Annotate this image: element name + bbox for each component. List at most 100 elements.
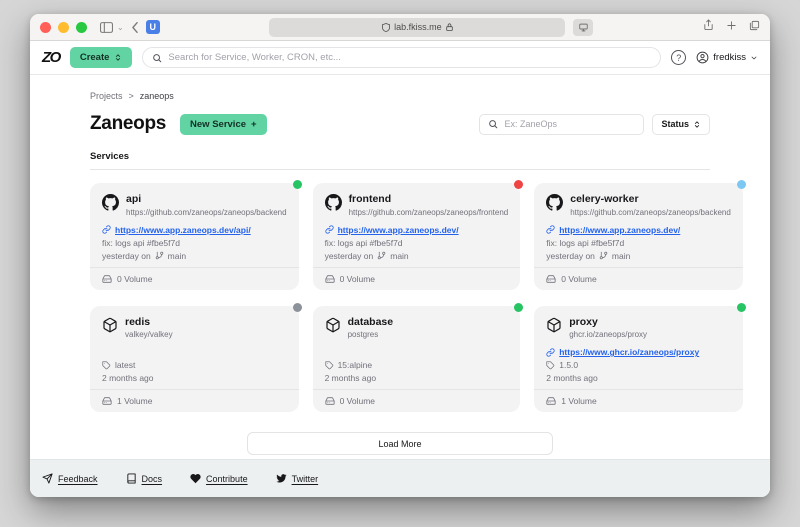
deploy-time: yesterday on [102, 251, 151, 261]
package-icon [546, 317, 562, 333]
browser-toolbar: ⌄ U lab.fkiss.me [30, 14, 770, 41]
global-search[interactable] [142, 47, 661, 68]
new-service-button[interactable]: New Service + [180, 114, 267, 135]
address-bar[interactable]: lab.fkiss.me [269, 18, 565, 37]
service-url-row[interactable]: https://www.app.zaneops.dev/api/ [102, 225, 287, 235]
service-filter-input[interactable] [504, 119, 635, 129]
footer-link-docs[interactable]: Docs [126, 473, 163, 484]
minimize-window-button[interactable] [58, 22, 69, 33]
service-card[interactable]: api https://github.com/zaneops/zaneops/b… [90, 183, 299, 290]
service-card[interactable]: proxy ghcr.io/zaneops/proxy https://www.… [534, 306, 743, 413]
service-filter-search[interactable] [479, 114, 644, 135]
breadcrumb-current[interactable]: zaneops [140, 91, 174, 101]
user-menu[interactable]: fredkiss [696, 51, 758, 64]
service-tag: latest [115, 360, 135, 370]
help-icon[interactable]: ? [671, 50, 686, 65]
service-source: ghcr.io/zaneops/proxy [569, 330, 647, 339]
heart-icon [190, 473, 201, 484]
service-name: api [126, 193, 287, 206]
breadcrumb-separator: > [129, 91, 134, 101]
url-text: lab.fkiss.me [394, 22, 442, 32]
monitor-icon [579, 23, 588, 32]
chevron-down-icon [750, 54, 758, 62]
service-url-row[interactable]: https://www.app.zaneops.dev/ [325, 225, 509, 235]
plus-icon: + [251, 119, 257, 130]
service-volumes: 0 Volume [534, 267, 743, 290]
volumes-label: 1 Volume [561, 396, 596, 406]
footer-link-twitter[interactable]: Twitter [276, 473, 319, 484]
service-card[interactable]: celery-worker https://github.com/zaneops… [534, 183, 743, 290]
app-header: ZO Create ? fredkiss [30, 41, 770, 75]
git-branch-icon [599, 251, 608, 260]
git-branch-icon [377, 251, 386, 260]
footer-link-label: Twitter [292, 474, 319, 484]
service-tag: 1.5.0 [559, 360, 578, 370]
github-icon [102, 194, 119, 211]
package-icon [325, 317, 341, 333]
service-url[interactable]: https://www.app.zaneops.dev/ [338, 225, 459, 235]
service-card[interactable]: frontend https://github.com/zaneops/zane… [313, 183, 521, 290]
service-source: https://github.com/zaneops/zaneops/backe… [570, 208, 731, 217]
deploy-time: yesterday on [325, 251, 374, 261]
service-url[interactable]: https://www.app.zaneops.dev/api/ [115, 225, 251, 235]
service-card[interactable]: database postgres 15:alpine [313, 306, 521, 413]
share-icon[interactable] [703, 18, 714, 36]
footer-link-feedback[interactable]: Feedback [42, 473, 98, 484]
service-source-icon [546, 317, 562, 338]
shield-icon [382, 23, 390, 32]
status-dot [737, 180, 746, 189]
service-source-icon [546, 194, 563, 216]
new-service-label: New Service [190, 119, 246, 130]
service-url-row[interactable]: https://www.app.zaneops.dev/ [546, 225, 731, 235]
zaneops-app: ZO Create ? fredkiss Projects > z [30, 41, 770, 497]
service-name: proxy [569, 316, 647, 329]
service-updated-row: 2 months ago [102, 373, 287, 383]
tab-overview-icon[interactable] [749, 18, 760, 36]
twitter-bird-icon [276, 473, 287, 484]
volumes-label: 0 Volume [117, 274, 152, 284]
page-display-button[interactable] [573, 19, 593, 36]
close-window-button[interactable] [40, 22, 51, 33]
browser-window: ⌄ U lab.fkiss.me [30, 14, 770, 497]
hard-drive-icon [102, 274, 112, 284]
service-card[interactable]: redis valkey/valkey latest [90, 306, 299, 413]
zaneops-logo[interactable]: ZO [42, 49, 60, 66]
service-source: postgres [348, 330, 394, 339]
load-more-button[interactable]: Load More [247, 432, 553, 455]
tag-icon [546, 361, 555, 370]
service-volumes: 1 Volume [90, 389, 299, 412]
service-name: redis [125, 316, 173, 329]
sidebar-toggle-icon[interactable] [100, 22, 113, 33]
create-button[interactable]: Create [70, 47, 133, 68]
new-tab-icon[interactable] [726, 18, 737, 36]
link-icon [102, 225, 111, 234]
footer-link-label: Docs [142, 474, 163, 484]
section-divider [90, 169, 710, 170]
back-button-icon[interactable] [131, 22, 139, 33]
book-icon [126, 473, 137, 484]
service-url[interactable]: https://www.app.zaneops.dev/ [559, 225, 680, 235]
zoom-window-button[interactable] [76, 22, 87, 33]
breadcrumb-projects[interactable]: Projects [90, 91, 123, 101]
footer-link-contribute[interactable]: Contribute [190, 473, 248, 484]
status-dot [293, 180, 302, 189]
status-filter-button[interactable]: Status [652, 114, 710, 135]
tag-icon [325, 361, 334, 370]
service-url-row[interactable]: https://www.ghcr.io/zaneops/proxy [546, 347, 731, 357]
global-search-input[interactable] [168, 52, 651, 63]
service-source-icon [102, 194, 119, 216]
service-commit: fix: logs api #fbe5f7d [325, 238, 403, 248]
link-icon [325, 225, 334, 234]
create-button-label: Create [80, 52, 110, 63]
status-dot [514, 303, 523, 312]
service-volumes: 0 Volume [90, 267, 299, 290]
page-title: Zaneops [90, 113, 166, 135]
service-url[interactable]: https://www.ghcr.io/zaneops/proxy [559, 347, 699, 357]
extension-icon[interactable]: U [146, 20, 160, 34]
service-deploy-row: yesterday on main [102, 251, 287, 261]
service-source-icon [325, 194, 342, 216]
sidebar-chevron-icon[interactable]: ⌄ [117, 23, 124, 32]
service-name: database [348, 316, 394, 329]
service-updated-row: 2 months ago [325, 373, 509, 383]
chevrons-up-down-icon [114, 53, 122, 62]
